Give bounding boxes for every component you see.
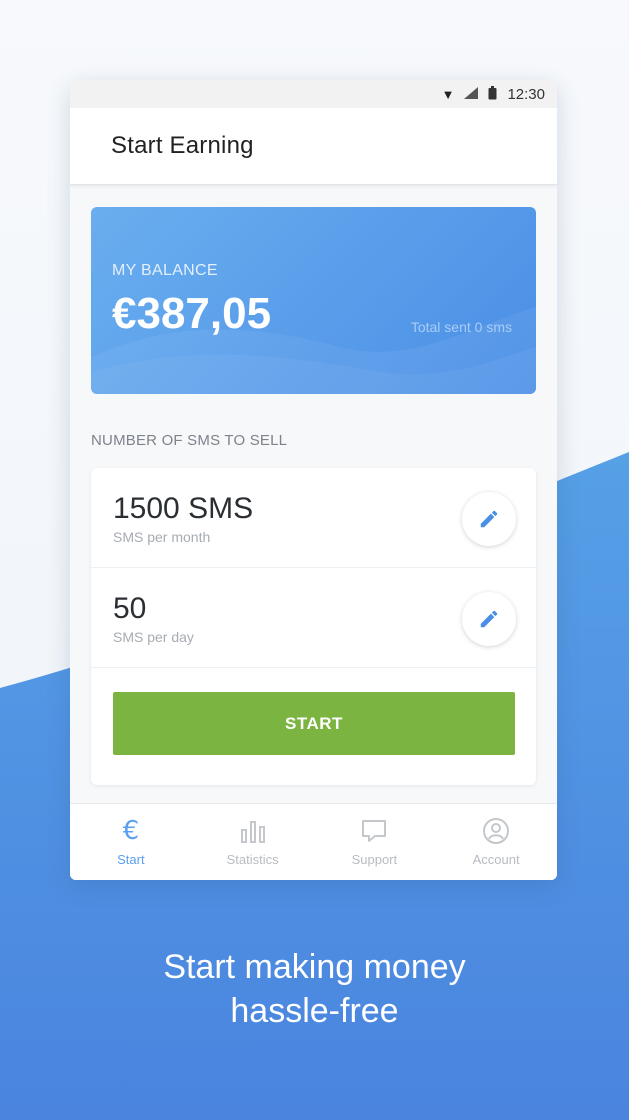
nav-item-statistics[interactable]: Statistics (192, 804, 314, 880)
pencil-icon (480, 510, 498, 528)
nav-label-support: Support (351, 852, 398, 867)
nav-item-support[interactable]: Support (314, 804, 436, 880)
user-circle-icon (482, 816, 510, 846)
bottom-nav: € Start Statistics Support Account (70, 803, 557, 880)
status-time: 12:30 (507, 85, 545, 103)
sms-card: 1500 SMS SMS per month 50 SMS per day ST… (91, 468, 536, 785)
phone-screen: ▼ 12:30 Start Earning MY BALANCE €387,05… (70, 80, 557, 880)
nav-label-account: Account (472, 852, 520, 867)
wifi-icon: ▼ (441, 86, 455, 102)
start-button[interactable]: START (113, 692, 515, 755)
sms-per-month-value: 1500 SMS (113, 492, 254, 525)
nav-item-start[interactable]: € Start (70, 804, 192, 880)
sms-per-month-label: SMS per month (113, 529, 211, 545)
nav-label-statistics: Statistics (226, 852, 279, 867)
status-bar: ▼ 12:30 (70, 80, 557, 108)
edit-month-button[interactable] (462, 492, 516, 546)
sms-per-day-row: 50 SMS per day (91, 568, 536, 668)
battery-icon (488, 85, 497, 103)
total-sent-text: Total sent 0 sms (410, 319, 512, 335)
balance-card: MY BALANCE €387,05 Total sent 0 sms (91, 207, 536, 394)
pencil-icon (480, 610, 498, 628)
sms-per-day-value: 50 (113, 592, 147, 625)
sms-per-day-label: SMS per day (113, 629, 194, 645)
section-label: NUMBER OF SMS TO SELL (91, 432, 288, 449)
nav-label-start: Start (117, 852, 145, 867)
bar-chart-icon (239, 816, 267, 846)
app-bar: Start Earning (70, 108, 557, 185)
signal-icon (464, 86, 479, 102)
balance-label: MY BALANCE (112, 262, 218, 279)
balance-amount: €387,05 (112, 289, 272, 338)
chat-bubble-icon (360, 816, 388, 846)
euro-icon: € (122, 816, 140, 846)
page-title: Start Earning (111, 132, 254, 159)
marketing-tagline: Start making money hassle-free (0, 945, 629, 1033)
sms-per-month-row: 1500 SMS SMS per month (91, 468, 536, 568)
tagline-line-1: Start making money (163, 948, 466, 986)
edit-day-button[interactable] (462, 592, 516, 646)
nav-item-account[interactable]: Account (435, 804, 557, 880)
tagline-line-2: hassle-free (230, 992, 399, 1030)
